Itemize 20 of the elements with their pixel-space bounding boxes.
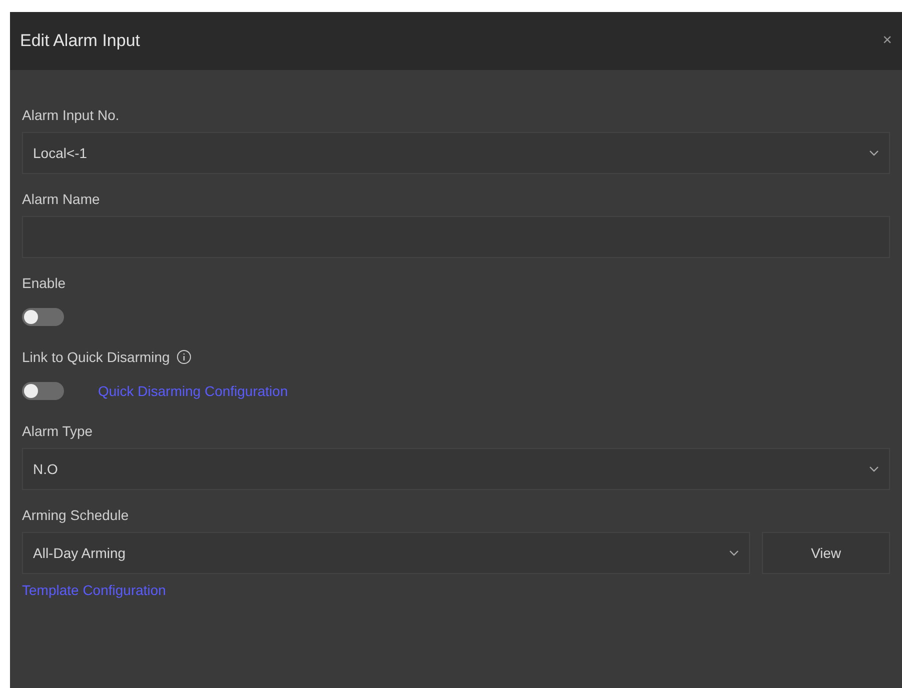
field-label: Arming Schedule [22,506,129,525]
toggle-switch[interactable] [22,382,64,400]
field-label: Alarm Type [22,422,93,441]
select-value: N.O [33,460,58,478]
view-button[interactable]: View [762,532,890,574]
field-label: Alarm Name [22,190,100,208]
chevron-down-icon [729,550,739,556]
chevron-down-icon [869,150,879,156]
field-label: Alarm Input No. [22,106,120,125]
close-button[interactable]: × [882,29,892,53]
select-value: Local<-1 [33,144,88,162]
field-label: Link to Quick Disarming [22,348,170,367]
select-value: All-Day Arming [33,544,126,563]
chevron-down-icon [869,466,879,472]
dialog-title: Edit Alarm Input [20,30,140,52]
dropdown-select[interactable]: All-Day Arming [22,532,750,574]
dropdown-select[interactable]: N.O [22,448,890,490]
toggle-switch[interactable] [22,308,64,326]
field-label: Enable [22,274,66,292]
dropdown-select[interactable]: Local<-1 [22,132,890,174]
